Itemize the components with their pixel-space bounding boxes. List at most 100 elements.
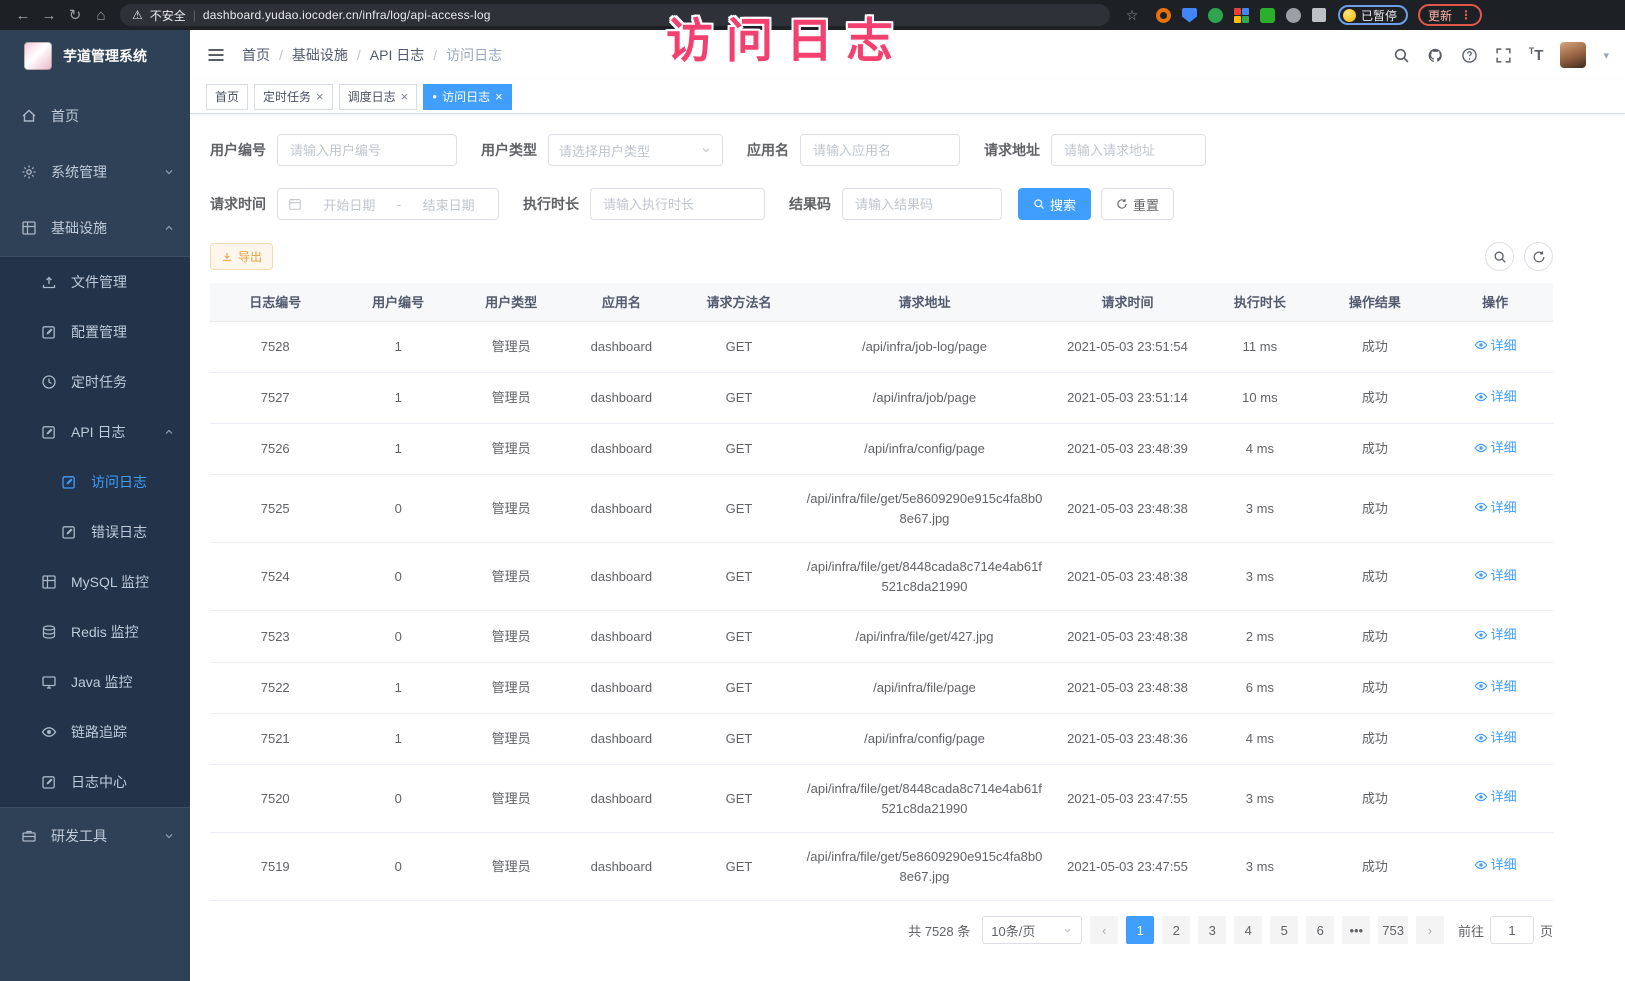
address-bar[interactable]: ⚠ 不安全 | dashboard.yudao.iocoder.cn/infra… xyxy=(120,4,1110,26)
table-cell: 7521 xyxy=(210,713,340,764)
app-logo[interactable]: 芋道管理系统 xyxy=(0,30,190,82)
detail-link[interactable]: 详细 xyxy=(1474,498,1517,518)
tab-scheduled-jobs[interactable]: 定时任务 × xyxy=(254,84,333,110)
tab-access-log[interactable]: ● 访问日志 × xyxy=(423,84,511,110)
detail-link[interactable]: 详细 xyxy=(1474,787,1517,807)
sidebar-item-api-log[interactable]: API 日志 xyxy=(0,407,190,457)
pager: 123456 ••• 753 xyxy=(1126,916,1408,944)
detail-link[interactable]: 详细 xyxy=(1474,625,1517,645)
extension-grid-icon[interactable] xyxy=(1234,8,1249,23)
avatar-caret-icon[interactable]: ▾ xyxy=(1603,49,1609,62)
browser-menu-icon[interactable]: ⋮ xyxy=(1460,8,1472,22)
sidebar: 芋道管理系统 首页 系统管理 基础设施 文件管理 配置管理 xyxy=(0,30,190,981)
detail-link[interactable]: 详细 xyxy=(1474,438,1517,458)
request-url-input[interactable] xyxy=(1051,134,1206,166)
user-type-select[interactable]: 请选择用户类型 xyxy=(548,134,723,166)
header-search-icon[interactable] xyxy=(1393,47,1410,64)
page-button-2[interactable]: 2 xyxy=(1162,916,1190,944)
page-button-753[interactable]: 753 xyxy=(1378,916,1408,944)
table-row: 75250管理员dashboardGET/api/infra/file/get/… xyxy=(210,475,1553,543)
date-range-picker[interactable]: 开始日期 - 结束日期 xyxy=(277,188,499,220)
breadcrumb-api-log[interactable]: API 日志 xyxy=(370,45,424,65)
detail-link[interactable]: 详细 xyxy=(1474,677,1517,697)
table-cell: 2021-05-03 23:48:38 xyxy=(1047,475,1207,543)
sidebar-item-home[interactable]: 首页 xyxy=(0,88,190,144)
tab-dispatch-log[interactable]: 调度日志 × xyxy=(339,84,418,110)
detail-link[interactable]: 详细 xyxy=(1474,855,1517,875)
detail-link[interactable]: 详细 xyxy=(1474,387,1517,407)
page-button-1[interactable]: 1 xyxy=(1126,916,1154,944)
sidebar-item-label: 日志中心 xyxy=(71,772,127,792)
bookmark-star-icon[interactable]: ☆ xyxy=(1120,7,1144,24)
browser-home-icon[interactable]: ⌂ xyxy=(88,7,114,24)
table-cell: 管理员 xyxy=(456,611,566,662)
app-name-input[interactable] xyxy=(800,134,960,166)
result-code-input[interactable] xyxy=(842,188,1002,220)
breadcrumb-infra[interactable]: 基础设施 xyxy=(292,45,348,65)
hamburger-icon[interactable] xyxy=(206,45,226,65)
toggle-search-button[interactable] xyxy=(1485,242,1514,271)
sidebar-item-system[interactable]: 系统管理 xyxy=(0,144,190,200)
sidebar-item-infra[interactable]: 基础设施 xyxy=(0,200,190,256)
search-button[interactable]: 搜索 xyxy=(1018,188,1091,220)
page-size-select[interactable]: 10条/页 xyxy=(982,916,1082,944)
goto-page-input[interactable] xyxy=(1490,916,1534,944)
extensions-puzzle-icon[interactable] xyxy=(1312,8,1326,22)
sidebar-item-log-center[interactable]: 日志中心 xyxy=(0,757,190,807)
page-button-3[interactable]: 3 xyxy=(1198,916,1226,944)
sidebar-item-access-log[interactable]: 访问日志 xyxy=(0,457,190,507)
extension-donut-icon[interactable] xyxy=(1156,8,1171,23)
table-cell-actions: 详细 xyxy=(1437,475,1553,543)
breadcrumb-home[interactable]: 首页 xyxy=(242,45,270,65)
page-button-6[interactable]: 6 xyxy=(1306,916,1334,944)
browser-reload-icon[interactable]: ↻ xyxy=(62,6,88,24)
tab-label: 访问日志 xyxy=(442,88,490,105)
page-url[interactable]: dashboard.yudao.iocoder.cn/infra/log/api… xyxy=(203,8,491,22)
font-size-icon[interactable]: TT xyxy=(1529,46,1544,64)
sidebar-item-config-manage[interactable]: 配置管理 xyxy=(0,307,190,357)
close-icon[interactable]: × xyxy=(316,89,324,104)
detail-link[interactable]: 详细 xyxy=(1474,728,1517,748)
sidebar-item-mysql-monitor[interactable]: MySQL 监控 xyxy=(0,557,190,607)
browser-forward-icon[interactable]: → xyxy=(36,7,62,24)
filter-label: 执行时长 xyxy=(523,194,579,214)
refresh-table-button[interactable] xyxy=(1524,242,1553,271)
export-button[interactable]: 导出 xyxy=(210,243,273,270)
browser-update-button[interactable]: 更新 ⋮ xyxy=(1418,4,1482,26)
close-icon[interactable]: × xyxy=(401,89,409,104)
user-id-input[interactable] xyxy=(277,134,457,166)
browser-back-icon[interactable]: ← xyxy=(10,7,36,24)
sidebar-item-scheduled-jobs[interactable]: 定时任务 xyxy=(0,357,190,407)
paused-extension-pill[interactable]: 已暂停 xyxy=(1338,5,1408,25)
sidebar-item-dev-tools[interactable]: 研发工具 xyxy=(0,808,190,864)
tab-home[interactable]: 首页 xyxy=(206,84,248,110)
extension-green-icon[interactable] xyxy=(1208,8,1223,23)
close-icon[interactable]: × xyxy=(495,89,503,104)
chevron-down-icon xyxy=(163,830,175,842)
detail-link[interactable]: 详细 xyxy=(1474,336,1517,356)
github-icon[interactable] xyxy=(1427,47,1444,64)
emoji-face-icon xyxy=(1343,9,1356,22)
next-page-button[interactable]: › xyxy=(1416,916,1444,944)
search-icon xyxy=(1033,198,1045,210)
help-icon[interactable] xyxy=(1461,47,1478,64)
extension-square-icon[interactable] xyxy=(1260,8,1275,23)
sidebar-item-java-monitor[interactable]: Java 监控 xyxy=(0,657,190,707)
security-label[interactable]: 不安全 xyxy=(150,7,186,24)
page-button-5[interactable]: 5 xyxy=(1270,916,1298,944)
sidebar-item-redis-monitor[interactable]: Redis 监控 xyxy=(0,607,190,657)
fullscreen-icon[interactable] xyxy=(1495,47,1512,64)
page-button-4[interactable]: 4 xyxy=(1234,916,1262,944)
sidebar-item-error-log[interactable]: 错误日志 xyxy=(0,507,190,557)
sidebar-item-file-manage[interactable]: 文件管理 xyxy=(0,257,190,307)
extension-shield-icon[interactable] xyxy=(1182,8,1197,23)
page-ellipsis[interactable]: ••• xyxy=(1342,916,1370,944)
table-cell: 7519 xyxy=(210,833,340,901)
user-avatar[interactable] xyxy=(1560,42,1586,68)
prev-page-button[interactable]: ‹ xyxy=(1090,916,1118,944)
extension-grey-icon[interactable] xyxy=(1286,8,1301,23)
sidebar-item-trace[interactable]: 链路追踪 xyxy=(0,707,190,757)
detail-link[interactable]: 详细 xyxy=(1474,566,1517,586)
duration-input[interactable] xyxy=(590,188,765,220)
reset-button[interactable]: 重置 xyxy=(1101,188,1174,220)
